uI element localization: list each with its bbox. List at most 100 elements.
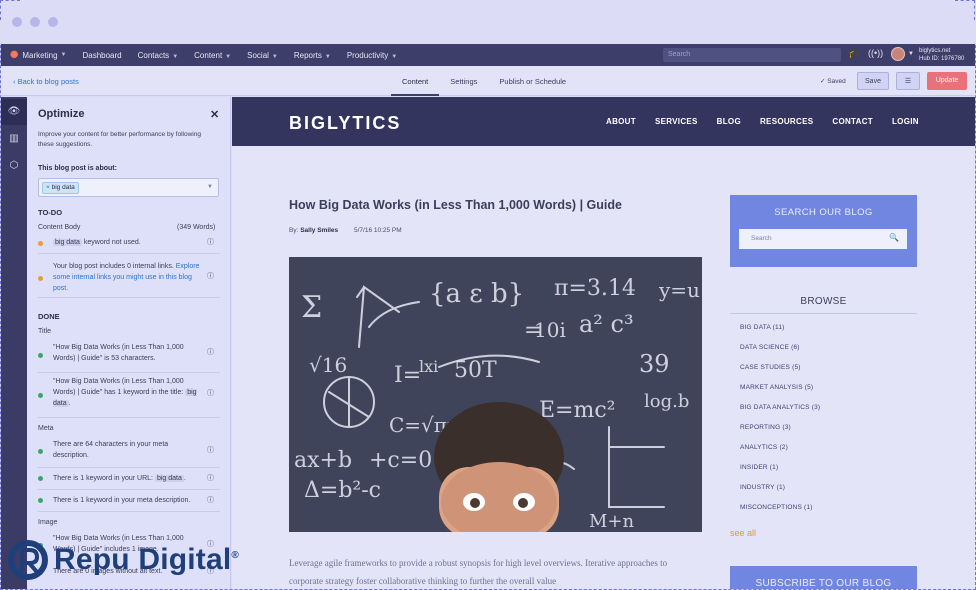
topic-select[interactable]: × big data ▼ <box>38 178 219 197</box>
nav-item-dashboard[interactable]: Dashboard <box>82 51 121 60</box>
info-icon[interactable]: ⓘ <box>207 473 214 483</box>
category-link[interactable]: CASE STUDIES (5) <box>740 364 801 371</box>
repu-digital-watermark: Repu Digital® <box>8 538 239 582</box>
nav-item-content[interactable]: Content ▼ <box>194 51 231 60</box>
save-button[interactable]: Save <box>857 72 889 90</box>
nav-item-productivity[interactable]: Productivity ▼ <box>347 51 397 60</box>
optimize-eye-icon[interactable]: 👁 <box>1 99 27 125</box>
tab-content[interactable]: Content <box>391 66 440 96</box>
category-link[interactable]: MARKET ANALYSIS (5) <box>740 384 813 391</box>
category-link[interactable]: REPORTING (3) <box>740 424 791 431</box>
category-link[interactable]: INSIDER (1) <box>740 464 778 471</box>
nav-item-contacts[interactable]: Contacts ▼ <box>138 51 179 60</box>
back-to-blog-posts-link[interactable]: ‹ Back to blog posts <box>13 77 79 86</box>
list-item[interactable]: big data keyword not used. ⓘ <box>38 235 220 254</box>
list-item[interactable]: "How Big Data Works (in Less Than 1,000 … <box>38 373 220 418</box>
info-icon[interactable]: ⓘ <box>207 445 214 455</box>
blog-search-input[interactable]: Search 🔍 <box>739 229 907 249</box>
site-nav-about[interactable]: ABOUT <box>606 117 636 126</box>
image-section-label: Image <box>38 519 58 526</box>
global-search-input[interactable]: Search <box>663 48 841 62</box>
done-bullet <box>38 476 43 481</box>
list-item[interactable]: There are 64 characters in your meta des… <box>38 436 220 468</box>
topic-label: This blog post is about: <box>38 165 117 172</box>
category-link[interactable]: ANALYTICS (2) <box>740 444 788 451</box>
keyword-chip: big data <box>154 475 184 482</box>
nav-item-label: Contacts <box>137 50 170 60</box>
done-text: "How Big Data Works (in Less Than 1,000 … <box>53 378 184 396</box>
close-icon[interactable]: ✕ <box>210 108 219 121</box>
svg-text:Σ: Σ <box>301 290 322 325</box>
byline-prefix: By: <box>289 227 299 234</box>
svg-text:√16: √16 <box>309 353 347 377</box>
svg-text:lxi: lxi <box>419 357 438 376</box>
window-minimize-dot[interactable] <box>30 17 40 27</box>
notifications-icon[interactable]: ((•)) <box>868 48 883 58</box>
modules-box-icon[interactable]: ⬡ <box>1 153 27 179</box>
category-link[interactable]: DATA SCIENCE (6) <box>740 344 800 351</box>
tab-settings[interactable]: Settings <box>439 66 488 96</box>
list-item[interactable]: "How Big Data Works (in Less Than 1,000 … <box>38 339 220 373</box>
site-nav-contact[interactable]: CONTACT <box>832 117 873 126</box>
title-section-label: Title <box>38 328 51 335</box>
featured-image[interactable]: Σ {a ε b} π=3.14 y=u √16 I= lxi 50T = 10… <box>289 257 702 532</box>
site-logo[interactable]: BIGLYTICS <box>289 113 401 134</box>
meta-section-label: Meta <box>38 425 54 432</box>
hubspot-sprocket-icon: ✺ <box>10 49 19 61</box>
nav-item-social[interactable]: Social ▼ <box>247 51 278 60</box>
update-button[interactable]: Update <box>927 72 967 90</box>
blog-header: BIGLYTICS ABOUT SERVICES BLOG RESOURCES … <box>232 97 975 146</box>
svg-text:Δ=b²-c: Δ=b²-c <box>304 478 381 503</box>
info-icon[interactable]: ⓘ <box>207 271 214 281</box>
chevron-down-icon: ▼ <box>324 53 331 60</box>
info-icon[interactable]: ⓘ <box>207 237 214 247</box>
info-icon[interactable]: ⓘ <box>207 347 214 357</box>
category-link[interactable]: BIG DATA (11) <box>740 324 785 331</box>
list-item[interactable]: Your blog post includes 0 internal links… <box>38 255 220 298</box>
chevron-down-icon: ▼ <box>271 53 278 60</box>
registered-mark: ® <box>231 550 239 561</box>
hub-id: Hub ID: 1976780 <box>919 56 965 62</box>
chevron-down-icon[interactable]: ▼ <box>908 51 914 57</box>
account-info[interactable]: biglytics.net Hub ID: 1976780 <box>919 47 964 63</box>
site-nav-blog[interactable]: BLOG <box>717 117 741 126</box>
post-title[interactable]: How Big Data Works (in Less Than 1,000 W… <box>289 198 622 212</box>
marketing-menu[interactable]: ✺ Marketing ▼ <box>10 50 66 61</box>
svg-text:10i: 10i <box>534 318 566 342</box>
optimize-panel: Optimize ✕ Improve your content for bett… <box>27 97 231 589</box>
svg-text:I=: I= <box>394 363 421 388</box>
site-nav: ABOUT SERVICES BLOG RESOURCES CONTACT LO… <box>606 117 938 126</box>
svg-text:50T: 50T <box>454 358 497 383</box>
avatar[interactable] <box>891 47 905 61</box>
done-text: There are 64 characters in your meta des… <box>53 441 169 459</box>
window-maximize-dot[interactable] <box>48 17 58 27</box>
remove-tag-icon[interactable]: × <box>46 184 50 191</box>
category-link[interactable]: MISCONCEPTIONS (1) <box>740 504 813 511</box>
nav-item-reports[interactable]: Reports ▼ <box>294 51 331 60</box>
nav-item-label: Social <box>247 50 269 60</box>
chevron-down-icon: ▼ <box>60 52 67 58</box>
list-view-button[interactable]: ☰ <box>896 72 920 90</box>
academy-icon[interactable]: 🎓 <box>848 48 859 59</box>
chevron-down-icon: ▼ <box>207 184 213 190</box>
search-icon[interactable]: 🔍 <box>889 233 899 242</box>
list-item[interactable]: There is 1 keyword in your URL: big data… <box>38 468 220 490</box>
site-nav-services[interactable]: SERVICES <box>655 117 698 126</box>
site-nav-resources[interactable]: RESOURCES <box>760 117 813 126</box>
list-item[interactable]: There is 1 keyword in your meta descript… <box>38 490 220 512</box>
subscribe-widget[interactable]: SUBSCRIBE TO OUR BLOG <box>730 566 917 589</box>
tab-publish-or-schedule[interactable]: Publish or Schedule <box>488 66 577 96</box>
category-link[interactable]: INDUSTRY (1) <box>740 484 785 491</box>
keyword-tag[interactable]: × big data <box>42 182 79 194</box>
search-widget-title: SEARCH OUR BLOG <box>774 207 873 218</box>
see-all-link[interactable]: see all <box>730 528 756 538</box>
category-link[interactable]: BIG DATA ANALYTICS (3) <box>740 404 820 411</box>
editor-tabs: Content Settings Publish or Schedule <box>391 66 577 96</box>
saved-status: ✓ Saved <box>820 78 846 85</box>
site-nav-login[interactable]: LOGIN <box>892 117 919 126</box>
info-icon[interactable]: ⓘ <box>207 388 214 398</box>
browse-title: BROWSE <box>800 296 847 307</box>
analytics-chart-icon[interactable]: ▥ <box>1 126 27 152</box>
info-icon[interactable]: ⓘ <box>207 495 214 505</box>
done-bullet <box>38 449 43 454</box>
